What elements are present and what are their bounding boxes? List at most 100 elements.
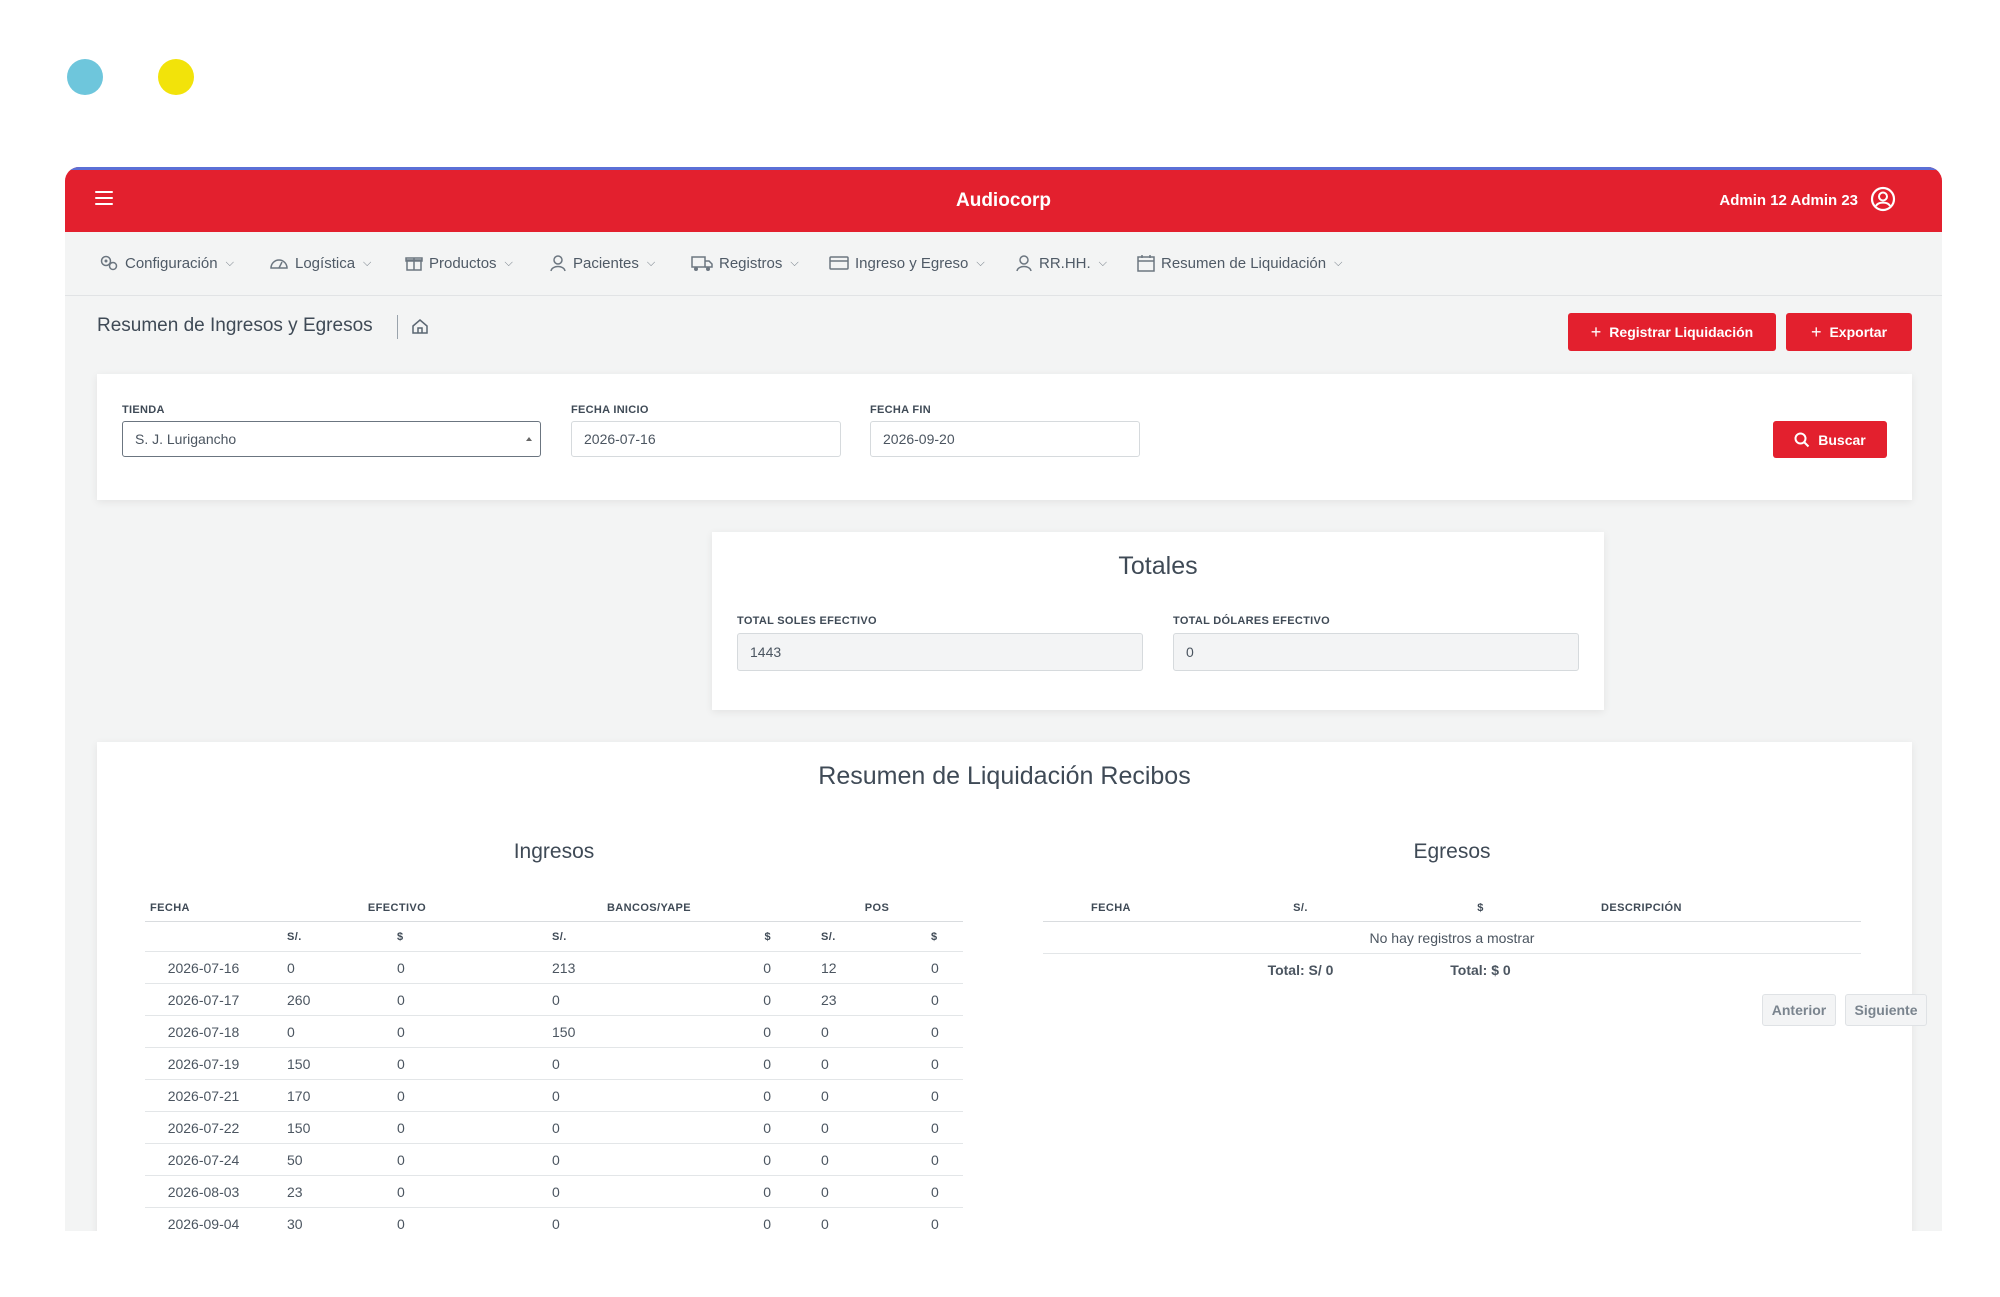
- cell-value: 0: [891, 1111, 963, 1144]
- nav-label: Pacientes: [573, 254, 639, 272]
- registrar-liquidacion-button[interactable]: + Registrar Liquidación: [1568, 313, 1776, 351]
- cell-value: 0: [507, 1175, 654, 1208]
- cell-fecha: 2026-08-03: [145, 1175, 287, 1208]
- cell-value: 30: [287, 1207, 397, 1231]
- tienda-select-value: S. J. Lurigancho: [135, 431, 237, 447]
- col-header: FECHA: [1091, 902, 1131, 914]
- cell-value: 0: [397, 1047, 507, 1080]
- col-subheader: S/.: [287, 921, 397, 952]
- nav-label: Logística: [295, 254, 356, 272]
- empty-message: No hay registros a mostrar: [1043, 921, 1861, 954]
- egresos-header-row: FECHA S/. $ DESCRIPCIÓN: [1043, 895, 1861, 922]
- total-empty-cell: [1043, 954, 1223, 986]
- nav-resumen-liquidacion[interactable]: Resumen de Liquidación ⌵: [1137, 254, 1342, 272]
- nav-rrhh[interactable]: RR.HH. ⌵: [1015, 254, 1107, 272]
- cell-fecha: 2026-09-04: [145, 1207, 287, 1231]
- siguiente-button[interactable]: Siguiente: [1845, 994, 1927, 1026]
- total-dolares: Total: $ 0: [1450, 961, 1511, 978]
- cell-value: 0: [891, 1079, 963, 1112]
- cell-fecha: 2026-07-24: [145, 1143, 287, 1176]
- window-dot-yellow: [158, 59, 194, 95]
- cell-value: 0: [654, 1015, 791, 1048]
- filter-card: TIENDA S. J. Lurigancho FECHA INICIO 202…: [97, 374, 1912, 500]
- nav-registros[interactable]: Registros ⌵: [691, 254, 799, 272]
- totales-card: Totales TOTAL SOLES EFECTIVO 1443 TOTAL …: [712, 532, 1604, 710]
- top-bar: Audiocorp Admin 12 Admin 23: [65, 167, 1942, 232]
- chevron-down-icon: ⌵: [1098, 256, 1108, 269]
- home-icon[interactable]: [411, 317, 429, 335]
- col-header: DESCRIPCIÓN: [1601, 902, 1682, 914]
- cell-value: 0: [791, 1175, 891, 1208]
- cell-value: 23: [287, 1175, 397, 1208]
- cell-value: 0: [654, 951, 791, 984]
- total-soles-label: TOTAL SOLES EFECTIVO: [737, 615, 877, 627]
- nav-pacientes[interactable]: Pacientes ⌵: [549, 254, 655, 272]
- cell-value: 170: [287, 1079, 397, 1112]
- cell-value: 0: [791, 1015, 891, 1048]
- anterior-button[interactable]: Anterior: [1762, 994, 1836, 1026]
- nav-configuracion[interactable]: Configuración ⌵: [99, 254, 234, 272]
- table-row: 2026-07-21 170 0 0 0 0 0: [145, 1079, 963, 1112]
- fecha-inicio-input[interactable]: 2026-07-16: [571, 421, 841, 457]
- tienda-select[interactable]: S. J. Lurigancho: [122, 421, 541, 457]
- ingresos-table: FECHA EFECTIVO BANCOS/YAPE POS S/. $ S/.…: [145, 895, 963, 1231]
- app-window: Audiocorp Admin 12 Admin 23 Configuració…: [65, 167, 1942, 1231]
- total-soles: Total: S/ 0: [1267, 961, 1334, 978]
- button-label: Registrar Liquidación: [1609, 324, 1754, 340]
- chevron-down-icon: ⌵: [976, 256, 985, 269]
- cell-value: 0: [891, 1047, 963, 1080]
- cell-value: 0: [891, 983, 963, 1016]
- chevron-down-icon: ⌵: [225, 256, 234, 269]
- chevron-down-icon: ⌵: [1334, 256, 1343, 269]
- table-row: 2026-07-19 150 0 0 0 0 0: [145, 1047, 963, 1080]
- chevron-down-icon: ⌵: [790, 256, 799, 269]
- nav-logistica[interactable]: Logística ⌵: [269, 254, 371, 272]
- total-dolares-field: 0: [1173, 633, 1579, 671]
- cell-value: 0: [507, 983, 654, 1016]
- cell-value: 0: [791, 1143, 891, 1176]
- egresos-title: Egresos: [1413, 840, 1491, 863]
- col-subheader: $: [654, 921, 791, 952]
- cell-value: 213: [507, 951, 654, 984]
- cell-value: 0: [891, 1207, 963, 1231]
- resumen-card: Resumen de Liquidación Recibos Ingresos …: [97, 742, 1927, 1231]
- cell-value: 0: [891, 1015, 963, 1048]
- cell-value: 0: [654, 1079, 791, 1112]
- page-title: Resumen de Ingresos y Egresos: [97, 315, 373, 336]
- col-header: BANCOS/YAPE: [606, 902, 692, 914]
- nav-label: Registros: [719, 254, 783, 272]
- cell-value: 0: [654, 1175, 791, 1208]
- nav-productos[interactable]: Productos ⌵: [405, 254, 513, 272]
- user-name[interactable]: Admin 12 Admin 23: [1719, 192, 1858, 209]
- plus-icon: +: [1590, 321, 1602, 342]
- nav-ingreso-egreso[interactable]: Ingreso y Egreso ⌵: [829, 254, 985, 272]
- cell-value: 0: [507, 1079, 654, 1112]
- exportar-button[interactable]: + Exportar: [1786, 313, 1912, 351]
- cell-value: 0: [397, 1079, 507, 1112]
- cell-fecha: 2026-07-22: [145, 1111, 287, 1144]
- resumen-title: Resumen de Liquidación Recibos: [818, 762, 1191, 790]
- buscar-button[interactable]: Buscar: [1773, 421, 1887, 458]
- cell-value: 0: [791, 1111, 891, 1144]
- col-header: FECHA: [150, 902, 190, 914]
- button-label: Exportar: [1829, 324, 1888, 340]
- cell-value: 0: [791, 1047, 891, 1080]
- col-header: S/.: [1293, 902, 1308, 914]
- col-subheader: $: [891, 921, 963, 952]
- cell-value: 0: [891, 1143, 963, 1176]
- fecha-fin-input[interactable]: 2026-09-20: [870, 421, 1140, 457]
- col-header: POS: [864, 902, 890, 914]
- search-icon: [1794, 432, 1810, 447]
- cell-fecha: 2026-07-16: [145, 951, 287, 984]
- cell-value: 0: [891, 951, 963, 984]
- user-circle-icon[interactable]: [1870, 186, 1896, 212]
- gauge-icon: [270, 259, 288, 269]
- col-header: $: [1477, 902, 1484, 914]
- tienda-label: TIENDA: [122, 404, 165, 416]
- col-subheader: $: [397, 921, 507, 952]
- cell-value: 0: [507, 1207, 654, 1231]
- col-header: EFECTIVO: [367, 902, 427, 914]
- select-caret-icon: [526, 437, 532, 441]
- cell-value: 0: [507, 1111, 654, 1144]
- nav-label: Ingreso y Egreso: [855, 254, 969, 272]
